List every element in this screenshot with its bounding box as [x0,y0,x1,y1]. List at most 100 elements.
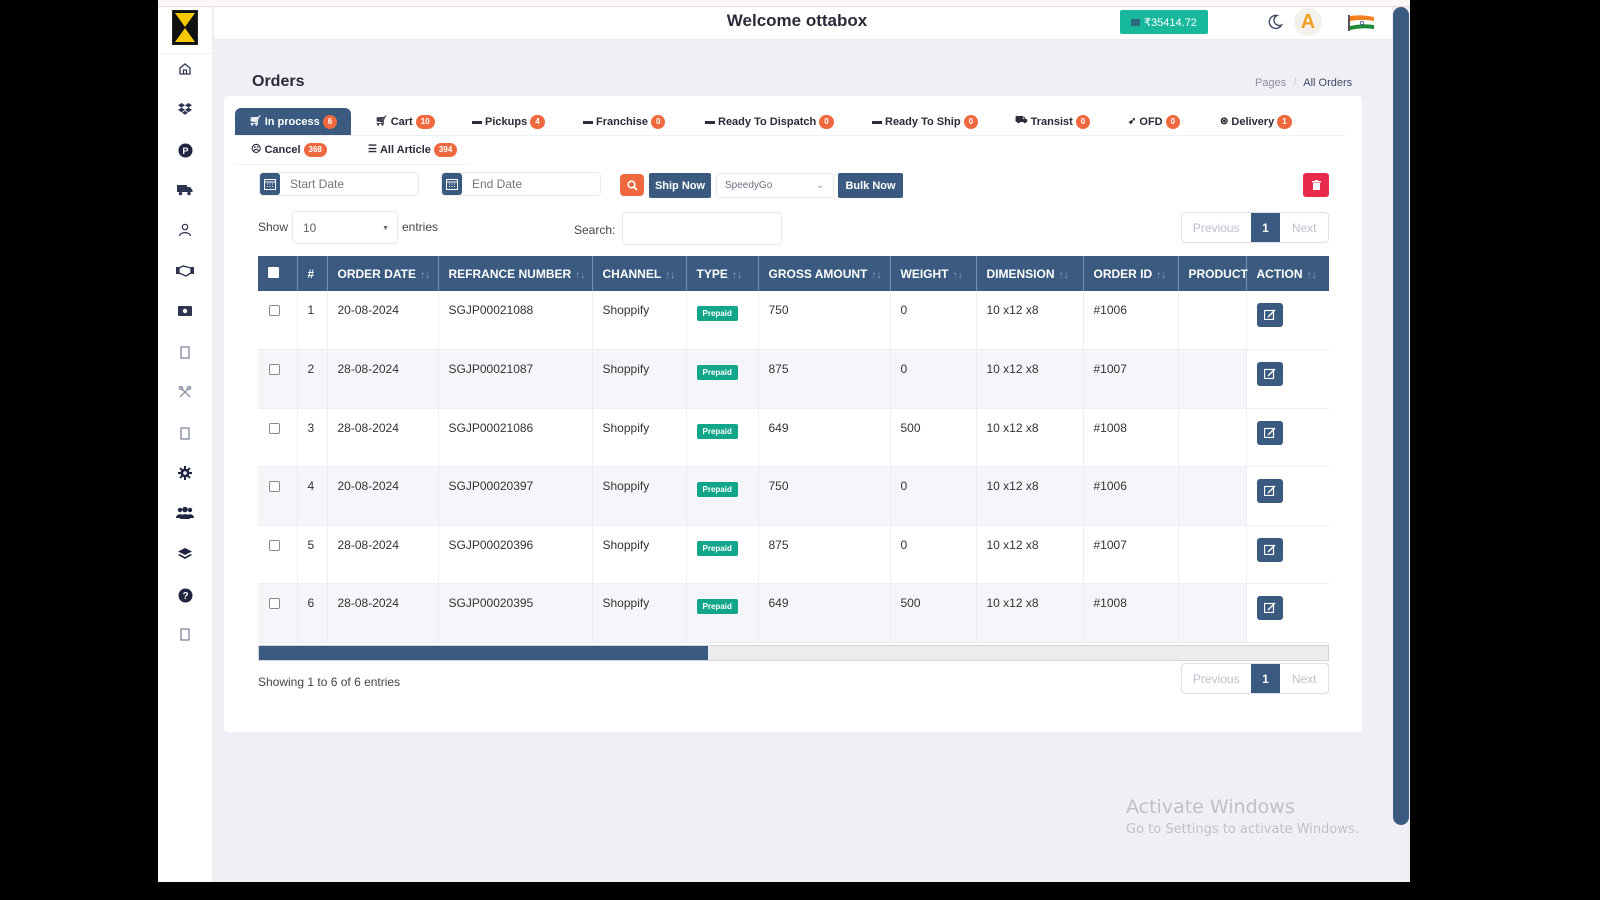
tab-label: Franchise [596,115,648,128]
search-button[interactable] [620,174,644,196]
row-checkbox[interactable] [269,539,280,551]
row-checkbox[interactable] [269,422,280,434]
end-date-input[interactable] [472,177,582,191]
avatar[interactable]: A [1294,8,1322,36]
edit-order-button[interactable] [1256,537,1283,562]
tab-franchise[interactable]: ▬ Franchise 0 [583,108,666,135]
column-header-type[interactable]: TYPE ↑↓ [686,256,759,291]
column-header-refrance-number[interactable]: REFRANCE NUMBER ↑↓ [438,256,593,291]
table-row[interactable]: 2 28-08-2024 SGJP00021087 Shoppify Prepaid 87… [258,349,1329,409]
column-header-action[interactable]: ACTION ↑↓ [1246,256,1329,291]
select-all-checkbox[interactable] [268,266,279,278]
row-checkbox[interactable] [269,598,280,610]
vertical-scrollbar-thumb[interactable] [1393,7,1409,825]
app-logo[interactable] [172,10,198,45]
handshake-icon[interactable] [175,261,195,281]
row-checkbox[interactable] [269,305,280,316]
tab-cart[interactable]: 🛒︎ Cart 10 [375,108,435,135]
sort-icon: ↑↓ [871,269,882,281]
next-page-button[interactable]: Next [1280,213,1328,242]
courier-select[interactable]: SpeedyGo ⌄ [716,173,834,198]
breadcrumb-pages[interactable]: Pages [1255,77,1286,89]
edit-order-button[interactable] [1256,596,1283,621]
row-checkbox[interactable] [269,481,280,493]
wallet-icon [1131,18,1141,26]
column-header-dimension[interactable]: DIMENSION ↑↓ [976,256,1084,291]
user-icon[interactable] [175,220,195,240]
blank-icon[interactable] [175,342,195,362]
cell-value: 0 [900,479,908,494]
edit-order-button[interactable] [1256,420,1283,445]
vertical-scrollbar[interactable] [1392,7,1410,882]
start-date-input[interactable] [290,177,400,191]
windows-activation-title: Activate Windows [1126,796,1295,818]
search-input[interactable] [622,212,782,245]
cell-ref: SGJP00021086 [438,408,593,468]
bulk-now-button[interactable]: Bulk Now [838,173,903,198]
table-row[interactable]: 4 20-08-2024 SGJP00020397 Shoppify Prepaid 75… [258,466,1329,526]
cell-amount: 649 [758,408,891,468]
start-date-field[interactable] [259,172,419,196]
page-1-button[interactable]: 1 [1250,664,1281,693]
tab-ofd[interactable]: ➶ OFD 0 [1128,108,1181,135]
entries-per-page-select[interactable]: 10 ▼ [292,211,398,244]
column-header-channel[interactable]: CHANNEL ↑↓ [592,256,687,291]
wallet-balance-button[interactable]: ₹35414.72 [1120,10,1208,34]
tab-ready-to-dispatch[interactable]: ▬ Ready To Dispatch 0 [705,108,834,135]
tab-pickups[interactable]: ▬ Pickups 4 [472,108,545,135]
cell-value: 20-08-2024 [337,479,399,494]
moon-icon[interactable] [1266,13,1284,31]
table-row[interactable]: 6 28-08-2024 SGJP00020395 Shoppify Prepaid 64… [258,583,1329,644]
horizontal-scrollbar-thumb[interactable] [259,646,708,660]
table-row[interactable]: 5 28-08-2024 SGJP00020396 Shoppify Prepaid 87… [258,525,1329,585]
end-date-field[interactable] [441,172,601,196]
delete-button[interactable] [1303,173,1329,197]
cell-dimension: 10 x12 x8 [976,466,1084,526]
previous-page-button[interactable]: Previous [1182,664,1251,693]
layers-icon[interactable] [175,544,195,564]
column-header-gross-amount[interactable]: GROSS AMOUNT ↑↓ [758,256,891,291]
table-row[interactable]: 3 28-08-2024 SGJP00021086 Shoppify Prepaid 64… [258,408,1329,468]
column-header-order-date[interactable]: ORDER DATE ↑↓ [327,256,439,291]
edit-order-button[interactable] [1256,479,1283,504]
edit-order-button[interactable] [1256,362,1283,387]
ship-now-button[interactable]: Ship Now [649,173,711,198]
column-header-order-id[interactable]: ORDER ID ↑↓ [1083,256,1179,291]
column-label: ORDER ID [1093,266,1153,281]
payment-type-badge: Prepaid [696,365,738,381]
cart-icon: 🛒︎ [375,116,388,127]
next-page-button[interactable]: Next [1280,664,1328,693]
india-flag-icon[interactable] [1348,15,1374,31]
users-icon[interactable] [175,503,195,523]
blank-icon[interactable] [175,423,195,443]
row-select-cell [258,466,298,526]
tab-all-article[interactable]: ☰ All Article 394 [368,136,458,163]
horizontal-scrollbar[interactable] [258,645,1329,661]
truck-icon[interactable] [175,180,195,200]
table-row[interactable]: 1 20-08-2024 SGJP00021088 Shoppify Prepaid 75… [258,291,1329,351]
page-1-button[interactable]: 1 [1250,213,1281,242]
tools-icon[interactable] [175,382,195,402]
gear-icon[interactable] [175,463,195,483]
home-icon[interactable] [175,59,195,79]
row-checkbox[interactable] [269,364,280,376]
previous-page-button[interactable]: Previous [1182,213,1251,242]
help-icon[interactable]: ? [175,585,195,605]
dropbox-icon[interactable] [175,99,195,119]
orders-table-body: 1 20-08-2024 SGJP00021088 Shoppify Prepaid 75… [258,291,1329,644]
column-header-weight[interactable]: WEIGHT ↑↓ [890,256,977,291]
tab-ready-to-ship[interactable]: ▬ Ready To Ship 0 [872,108,979,135]
tab-cancel[interactable]: ☹ Cancel 368 [251,136,327,163]
tab-in-process[interactable]: 🛒︎ In process 6 [235,108,352,135]
cell-value: 20-08-2024 [337,303,399,317]
cell-date: 28-08-2024 [327,525,439,585]
cell-dimension: 10 x12 x8 [976,408,1084,468]
parking-icon[interactable]: P [175,140,195,160]
cell-type: Prepaid [686,408,759,468]
money-icon[interactable] [175,301,195,321]
tab-transist[interactable]: ⛟ Transist 0 [1015,108,1091,135]
tab-delivery[interactable]: ⊛ Delivery 1 [1220,108,1292,135]
edit-order-button[interactable] [1256,303,1283,327]
blank-icon[interactable] [175,624,195,644]
cell-amount: 750 [758,466,891,526]
